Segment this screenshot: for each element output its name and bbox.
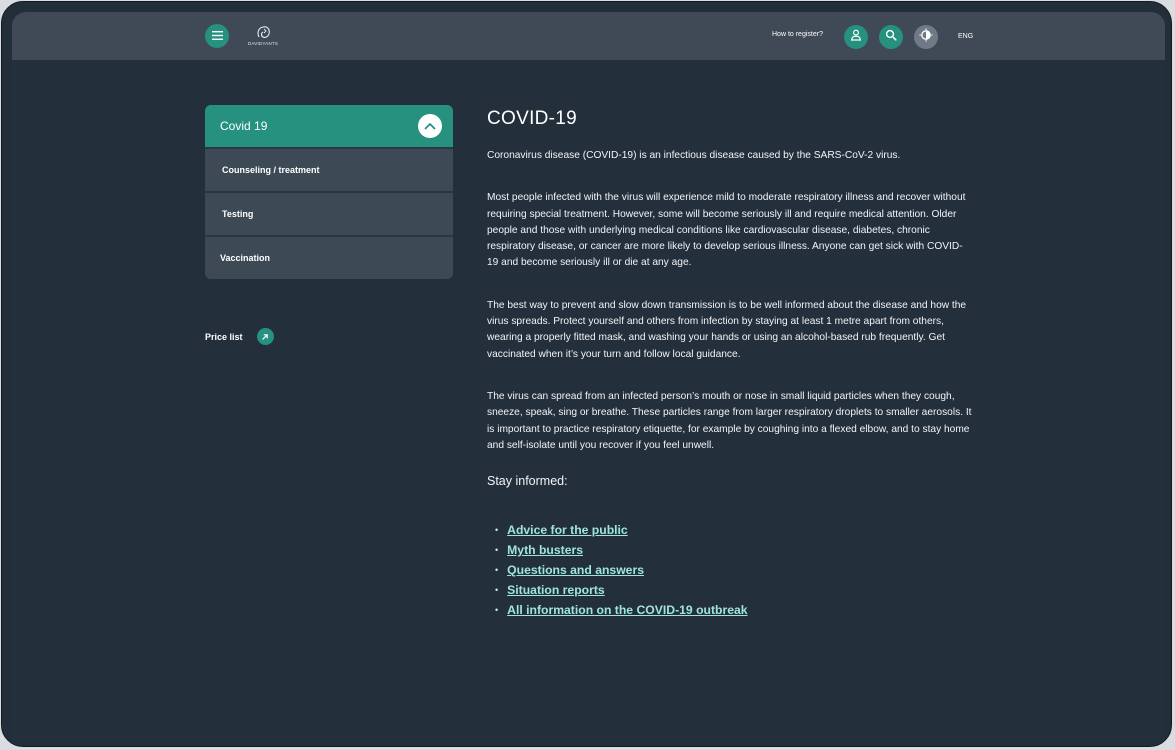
bullet-icon: • xyxy=(495,545,499,556)
bullet-icon: • xyxy=(495,585,499,596)
article: COVID-19 Coronavirus disease (COVID-19) … xyxy=(487,108,972,620)
list-item: • Myth busters xyxy=(495,540,972,560)
logo-text: DAVIDYANTS xyxy=(247,41,279,46)
search-button[interactable] xyxy=(879,25,903,49)
theme-toggle-button[interactable] xyxy=(914,25,938,49)
link-questions-answers[interactable]: Questions and answers xyxy=(507,560,644,580)
top-navbar: DAVIDYANTS How to register? ENG xyxy=(12,12,1165,60)
article-paragraph: The virus can spread from an infected pe… xyxy=(487,390,972,451)
link-situation-reports[interactable]: Situation reports xyxy=(507,580,605,600)
theme-toggle-icon xyxy=(919,27,933,47)
list-item: • Questions and answers xyxy=(495,560,972,580)
bullet-icon: • xyxy=(495,525,499,536)
sidebar-item-testing[interactable]: Testing xyxy=(205,191,453,235)
logo-mark-icon xyxy=(257,26,270,38)
article-paragraph: The best way to prevent and slow down tr… xyxy=(487,299,967,360)
logo[interactable]: DAVIDYANTS xyxy=(245,25,281,47)
device-frame: DAVIDYANTS How to register? ENG Covid 19… xyxy=(1,1,1172,747)
article-paragraph: Most people infected with the virus will… xyxy=(487,192,966,269)
article-paragraph: Coronavirus disease (COVID-19) is an inf… xyxy=(487,150,901,161)
link-advice-public[interactable]: Advice for the public xyxy=(507,520,628,540)
accordion-header-covid19[interactable]: Covid 19 xyxy=(205,105,453,147)
accordion-title: Covid 19 xyxy=(220,119,268,133)
screen: DAVIDYANTS How to register? ENG Covid 19… xyxy=(12,12,1165,740)
arrow-up-right-icon[interactable] xyxy=(256,328,274,345)
bullet-icon: • xyxy=(495,565,499,576)
menu-button[interactable] xyxy=(205,24,229,48)
list-item: • All information on the COVID-19 outbrea… xyxy=(495,600,972,620)
sidebar-item-counseling[interactable]: Counseling / treatment xyxy=(205,147,453,191)
link-myth-busters[interactable]: Myth busters xyxy=(507,540,583,560)
page-title: COVID-19 xyxy=(487,108,578,129)
bullet-icon: • xyxy=(495,605,499,616)
list-item: • Advice for the public xyxy=(495,520,972,540)
user-icon xyxy=(850,28,862,46)
covid-accordion: Covid 19 Counseling / treatment Testing … xyxy=(205,105,453,279)
info-links-list: • Advice for the public • Myth busters • Qu… xyxy=(487,520,972,620)
sidebar: Covid 19 Counseling / treatment Testing … xyxy=(205,105,453,279)
menu-icon xyxy=(211,27,223,45)
price-list-link[interactable]: Price list xyxy=(205,328,274,345)
user-button[interactable] xyxy=(844,25,868,49)
list-item: • Situation reports xyxy=(495,580,972,600)
sidebar-item-vaccination[interactable]: Vaccination xyxy=(205,235,453,279)
language-selector[interactable]: ENG xyxy=(958,33,973,40)
price-list-label: Price list xyxy=(205,331,243,342)
chevron-up-icon[interactable] xyxy=(418,114,442,138)
stay-informed-heading: Stay informed: xyxy=(487,474,568,489)
how-to-register-link[interactable]: How to register? xyxy=(772,31,823,38)
link-all-information[interactable]: All information on the COVID-19 outbreak xyxy=(507,600,747,620)
search-icon xyxy=(885,28,897,46)
